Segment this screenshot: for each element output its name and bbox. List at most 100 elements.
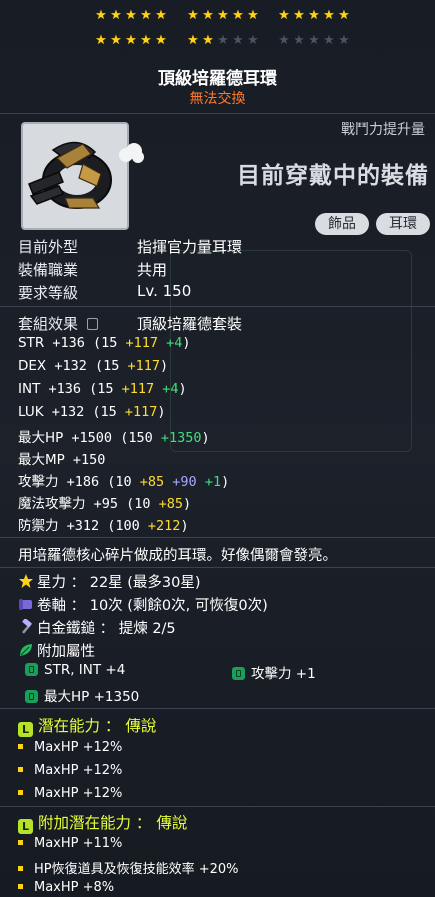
- divider: [0, 113, 435, 114]
- star-filled-icon: ★: [125, 33, 137, 48]
- set-effect-value: 頂級培羅德套裝: [137, 315, 243, 333]
- stat-total: +186: [58, 474, 100, 490]
- level-label: 要求等級: [18, 284, 79, 302]
- set-effect-label-text: 套組效果: [18, 315, 79, 333]
- potential-title-text: 潛在能力 ： 傳說: [38, 717, 157, 735]
- stat-base: (15: [80, 381, 122, 397]
- bonus-stat-icon: [232, 667, 245, 680]
- stat-base: (100: [99, 518, 148, 534]
- starforce-text: 星力 ： 22星 (最多30星): [37, 575, 201, 591]
- stat-row: 最大MP +150: [18, 448, 105, 468]
- star-filled-icon: ★: [155, 8, 167, 23]
- item-icon-box: [21, 122, 129, 230]
- star-filled-icon: ★: [232, 8, 244, 23]
- star-empty-icon: ★: [217, 33, 229, 48]
- star-filled-icon: ★: [338, 8, 350, 23]
- stat-name: INT: [18, 381, 41, 397]
- stat-base: (15: [86, 358, 128, 374]
- bonus-title-row: 附加屬性: [18, 640, 95, 661]
- hammer-row: 白金鐵鎚 ： 提煉 2/5: [18, 617, 176, 638]
- item-name: 頂級培羅德耳環: [158, 69, 277, 89]
- stat-total: +1500: [63, 430, 113, 446]
- stat-name: 魔法攻擊力: [18, 496, 86, 512]
- star-empty-icon: ★: [278, 33, 290, 48]
- potential-line: MaxHP +12%: [18, 763, 122, 778]
- stat-row: STR +136 (15 +117 +4): [18, 335, 191, 351]
- trade-status: 無法交換: [189, 91, 246, 107]
- earring-icon: [28, 141, 112, 209]
- stat-starforce: +117: [127, 358, 160, 374]
- stat-base: (15: [84, 404, 125, 420]
- bonus-stat-text: STR, INT +4: [44, 662, 126, 678]
- star-filled-icon: ★: [308, 8, 320, 23]
- stat-scroll: +90: [164, 474, 197, 490]
- scroll-text: 卷軸 ： 10次 (剩餘0次, 可恢復0次): [37, 598, 268, 614]
- star-filled-icon: ★: [247, 8, 259, 23]
- stat-close: ): [182, 335, 191, 351]
- stat-base: (15: [84, 335, 126, 351]
- star-empty-icon: ★: [338, 33, 350, 48]
- hammer-text: 白金鐵鎚 ： 提煉 2/5: [37, 621, 176, 637]
- stat-row: 最大HP +1500 (150 +1350): [18, 426, 210, 446]
- potential-line: MaxHP +12%: [18, 786, 122, 801]
- stat-name: LUK: [18, 404, 44, 420]
- bonus-stat-attack: 攻擊力 +1: [232, 662, 316, 682]
- starforce-row: 星力 ： 22星 (最多30星): [18, 571, 201, 592]
- stat-bonus: +4: [154, 381, 179, 397]
- star-empty-icon: ★: [308, 33, 320, 48]
- stat-close: ): [178, 381, 187, 397]
- star-row-2: ★ ★ ★ ★ ★ ★ ★ ★ ★ ★ ★ ★ ★ ★ ★: [0, 33, 435, 51]
- divider: [0, 806, 435, 807]
- stat-bonus: +1350: [160, 430, 202, 446]
- stat-starforce: +212: [147, 518, 181, 534]
- item-description: 用培羅德核心碎片做成的耳環。好像偶爾會發亮。: [18, 548, 337, 564]
- stat-row: INT +136 (15 +117 +4): [18, 381, 187, 397]
- stat-name: STR: [18, 335, 45, 351]
- stat-base: (10: [118, 496, 159, 512]
- stat-total: +132: [46, 358, 87, 374]
- appearance-value: 指揮官力量耳環: [137, 238, 243, 256]
- stat-name: 防禦力: [18, 518, 59, 534]
- stat-name: 最大MP: [18, 452, 65, 468]
- stat-total: +95: [85, 496, 119, 512]
- additional-potential-title-text: 附加潛在能力 ： 傳說: [38, 814, 188, 832]
- star-empty-icon: ★: [323, 33, 335, 48]
- tag-category: 飾品: [315, 213, 369, 235]
- star-filled-icon: ★: [202, 33, 214, 48]
- set-effect-label: 套組效果: [18, 313, 98, 334]
- job-value: 共用: [137, 261, 168, 279]
- star-filled-icon: ★: [217, 8, 229, 23]
- stat-starforce: +85: [158, 496, 184, 512]
- potential-line: MaxHP +12%: [18, 740, 122, 755]
- star-empty-icon: ★: [293, 33, 305, 48]
- star-filled-icon: ★: [110, 8, 122, 23]
- lock-icon: [86, 318, 98, 330]
- stat-base: (10: [99, 474, 140, 490]
- bonus-stat-str-int: STR, INT +4: [25, 662, 125, 678]
- stat-total: +150: [64, 452, 106, 468]
- combat-power-label: 戰鬥力提升量: [341, 122, 425, 138]
- stat-total: +136: [40, 381, 81, 397]
- stat-close: ): [221, 474, 230, 490]
- stat-close: ): [183, 496, 192, 512]
- stat-base: (150: [112, 430, 161, 446]
- star-filled-icon: ★: [125, 8, 137, 23]
- stat-starforce: +117: [124, 404, 158, 420]
- potential-title: L 潛在能力 ： 傳說: [18, 714, 156, 737]
- tag-type: 耳環: [376, 213, 430, 235]
- bonus-stat-icon: [25, 690, 38, 703]
- star-filled-icon: ★: [187, 33, 199, 48]
- legendary-icon: L: [18, 722, 33, 737]
- stat-row: 防禦力 +312 (100 +212): [18, 514, 189, 534]
- leaf-icon: [18, 642, 34, 658]
- additional-potential-line: MaxHP +8%: [18, 880, 114, 895]
- job-label: 裝備職業: [18, 261, 79, 279]
- star-filled-icon: ★: [155, 33, 167, 48]
- stat-name: DEX: [18, 358, 47, 374]
- bonus-stat-text: 攻擊力 +1: [251, 666, 316, 682]
- bonus-stat-hp: 最大HP +1350: [25, 685, 139, 705]
- stat-row: 攻擊力 +186 (10 +85 +90 +1): [18, 470, 229, 490]
- stat-total: +132: [43, 404, 85, 420]
- bonus-stat-icon: [25, 663, 38, 676]
- star-filled-icon: ★: [95, 8, 107, 23]
